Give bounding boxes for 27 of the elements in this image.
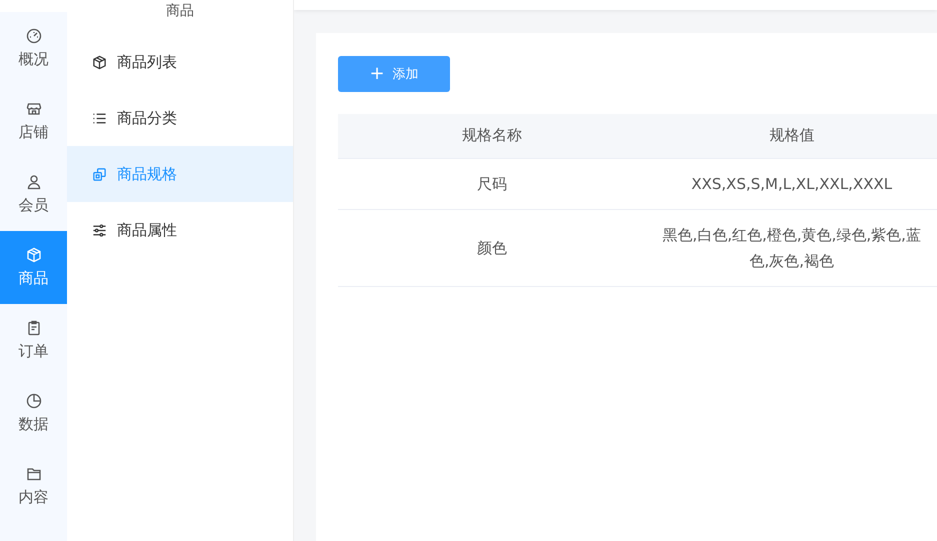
list-icon [92, 110, 107, 126]
gauge-icon [26, 28, 42, 44]
column-header: 规格名称 [338, 114, 646, 158]
table-cell: 颜色 [338, 209, 646, 286]
column-header: 规格值 [646, 114, 937, 158]
rail-menu-item[interactable]: 会员 [0, 158, 67, 231]
rail-menu-item[interactable]: 数据 [0, 377, 67, 450]
clipboard-icon [26, 320, 42, 336]
submenu-item[interactable]: 商品列表 [67, 34, 293, 90]
box-icon [26, 247, 42, 263]
table-cell: 黑色,白色,红色,橙色,黄色,绿色,紫色,蓝色,灰色,褐色 [646, 209, 937, 286]
sliders-icon [92, 222, 107, 238]
rail-menu-item[interactable]: 概况 [0, 12, 67, 85]
pie-chart-icon [26, 393, 42, 409]
rail-menu-item[interactable]: 内容 [0, 450, 67, 523]
copy-icon [92, 166, 107, 182]
box-icon [92, 54, 107, 70]
user-icon [26, 174, 42, 190]
rail-menu-item[interactable]: 订单 [0, 304, 67, 377]
rail-menu-item[interactable]: 店铺 [0, 85, 67, 158]
submenu-item[interactable]: 商品分类 [67, 90, 293, 146]
table-cell: XXS,XS,S,M,L,XL,XXL,XXXL [646, 158, 937, 209]
store-icon [26, 101, 42, 117]
submenu-title: 商品 [166, 2, 194, 21]
folder-icon [26, 466, 42, 482]
submenu-item[interactable]: 商品属性 [67, 202, 293, 258]
table-cell: 尺码 [338, 158, 646, 209]
